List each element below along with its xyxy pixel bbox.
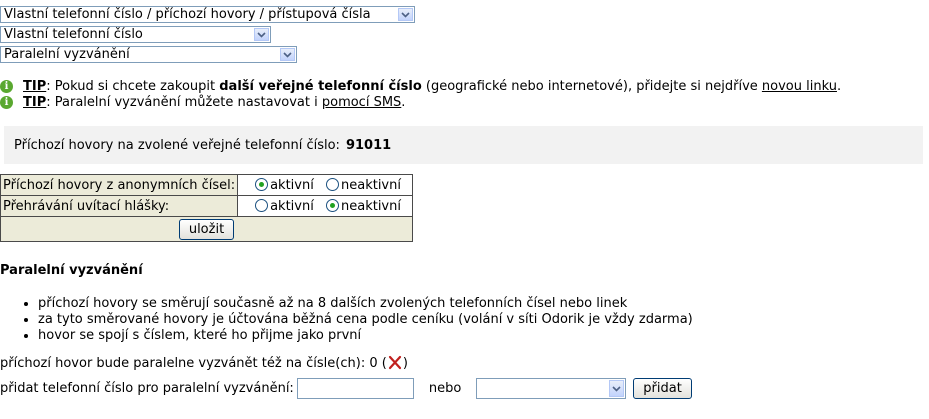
- parallel-count-line: příchozí hovor bude paralelne vyzvánět t…: [0, 355, 408, 371]
- tip-label: TIP: [23, 78, 47, 94]
- tip-text: (geografické nebo internetové), přidejte…: [421, 78, 762, 94]
- add-number-line: přidat telefonní číslo pro paralelní vyz…: [0, 378, 692, 399]
- settings-table: Příchozí hovory z anonymních čísel: akti…: [0, 174, 413, 242]
- add-number-label: přidat telefonní číslo pro paralelní vyz…: [0, 381, 294, 396]
- sms-link[interactable]: pomocí SMS: [322, 95, 401, 110]
- save-cell: uložit: [0, 216, 413, 242]
- save-button[interactable]: uložit: [178, 218, 235, 240]
- info-icon: i: [0, 95, 13, 109]
- tip-line: i TIP : Pokud si chcete zakoupit další v…: [0, 78, 841, 94]
- incoming-number-label: Příchozí hovory na zvolené veřejné telef…: [14, 137, 340, 153]
- chevron-down-icon: [609, 380, 625, 397]
- list-item: hovor se spojí s číslem, které ho přijme…: [38, 328, 693, 344]
- line-select[interactable]: [476, 378, 627, 399]
- greeting-active-radio[interactable]: [255, 198, 269, 212]
- category-select[interactable]: Vlastní telefonní číslo / příchozí hovor…: [0, 6, 415, 23]
- number-select-value: Vlastní telefonní číslo: [4, 27, 143, 42]
- radio-label: aktivní: [270, 198, 314, 214]
- tip-line: i TIP : Paralelní vyzvánění můžete nasta…: [0, 94, 405, 110]
- table-row: uložit: [0, 216, 413, 242]
- list-item: příchozí hovory se směrují současně až n…: [38, 296, 693, 312]
- chevron-down-icon: [398, 8, 413, 21]
- incoming-number-panel: Příchozí hovory na zvolené veřejné telef…: [4, 126, 923, 164]
- table-row: Přehrávání uvítací hlášky: aktivní neakt…: [0, 195, 413, 217]
- new-line-link[interactable]: novou linku: [762, 79, 837, 94]
- anonymous-inactive-radio[interactable]: [325, 177, 339, 191]
- list-item: za tyto směrované hovory je účtována běž…: [38, 312, 693, 328]
- anonymous-active-radio[interactable]: [255, 177, 269, 191]
- feature-select-value: Paralelní vyzvánění: [4, 47, 130, 62]
- chevron-down-icon: [254, 28, 269, 41]
- delete-icon[interactable]: [387, 355, 403, 371]
- or-label: nebo: [428, 381, 462, 396]
- add-button[interactable]: přidat: [633, 378, 692, 399]
- info-icon: i: [0, 79, 13, 93]
- feature-select[interactable]: Paralelní vyzvánění: [0, 46, 297, 63]
- chevron-down-icon: [280, 48, 295, 61]
- number-select[interactable]: Vlastní telefonní číslo: [0, 26, 271, 43]
- feature-bullet-list: příchozí hovory se směrují současně až n…: [22, 296, 693, 344]
- tip-bold-text: další veřejné telefonní číslo: [219, 78, 422, 94]
- greeting-inactive-radio[interactable]: [325, 198, 339, 212]
- category-select-value: Vlastní telefonní číslo / příchozí hovor…: [4, 7, 371, 22]
- setting-options: aktivní neaktivní: [237, 174, 413, 196]
- radio-label: aktivní: [270, 177, 314, 193]
- setting-label: Přehrávání uvítací hlášky:: [0, 195, 239, 217]
- tip-text-end: .: [401, 94, 406, 110]
- setting-options: aktivní neaktivní: [237, 195, 413, 217]
- parallel-count-text: příchozí hovor bude paralelne vyzvánět t…: [0, 355, 387, 371]
- tip-text: : Paralelní vyzvánění můžete nastavovat …: [46, 94, 322, 110]
- table-row: Příchozí hovory z anonymních čísel: akti…: [0, 174, 413, 196]
- radio-label: neaktivní: [340, 177, 401, 193]
- incoming-number-value: 91011: [345, 137, 392, 153]
- radio-label: neaktivní: [340, 198, 401, 214]
- phone-number-input[interactable]: [296, 378, 414, 399]
- tip-label: TIP: [23, 94, 47, 110]
- parallel-count-end: ): [402, 355, 408, 371]
- setting-label: Příchozí hovory z anonymních čísel:: [0, 174, 239, 196]
- tip-text-end: .: [836, 78, 842, 94]
- tip-text: : Pokud si chcete zakoupit: [46, 78, 220, 94]
- section-title: Paralelní vyzvánění: [0, 263, 143, 278]
